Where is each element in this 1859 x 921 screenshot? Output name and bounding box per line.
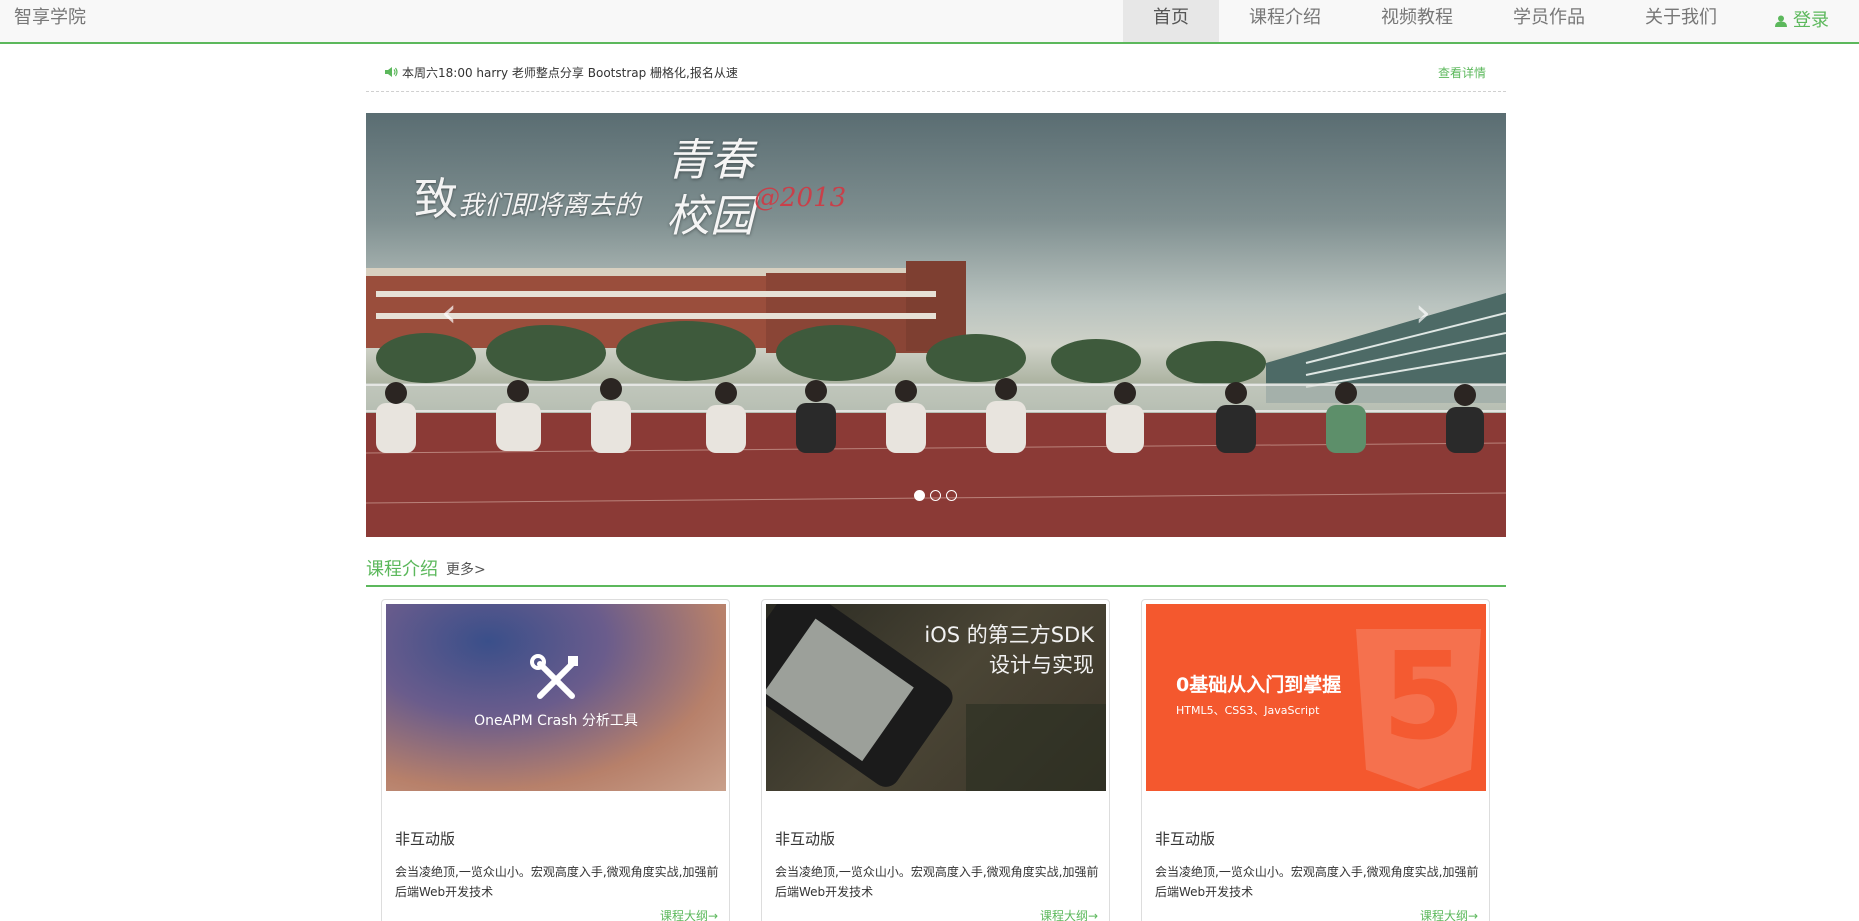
course-desc: 会当凌绝顶,一览众山小。宏观高度入手,微观角度实战,加强前后端Web开发技术 — [395, 865, 719, 899]
nav-item-videos[interactable]: 视频教程 — [1351, 0, 1483, 42]
course-image[interactable]: iOS 的第三方SDK 设计与实现 — [766, 604, 1106, 791]
course-card: 5 0基础从入门到掌握 HTML5、CSS3、JavaScript 非互动版 会… — [1141, 599, 1490, 921]
html5-badge: 5 — [1382, 628, 1466, 767]
course-title: 非互动版 — [1155, 830, 1216, 848]
slide-caption-title-2: 校园 — [666, 191, 754, 242]
nav-item-home[interactable]: 首页 — [1123, 0, 1219, 42]
tools-icon — [530, 654, 578, 699]
section-title: 课程介绍 — [366, 559, 438, 580]
navbar: 智享学院 首页 课程介绍 视频教程 学员作品 关于我们 登录 — [0, 0, 1859, 44]
course-outline-link[interactable]: 课程大纲→ — [1040, 907, 1098, 921]
user-icon — [1775, 15, 1787, 27]
main-nav: 首页 课程介绍 视频教程 学员作品 关于我们 登录 — [1123, 0, 1859, 42]
course-card: iOS 的第三方SDK 设计与实现 非互动版 会当凌绝顶,一览众山小。宏观高度入… — [761, 599, 1110, 921]
course-image-art — [530, 654, 578, 699]
course-image-caption: OneAPM Crash 分析工具 — [474, 713, 638, 729]
course-card: OneAPM Crash 分析工具 非互动版 会当凌绝顶,一览众山小。宏观高度入… — [381, 599, 730, 921]
speaker-icon — [385, 67, 398, 77]
section-more-link[interactable]: 更多> — [446, 559, 486, 579]
carousel-indicator[interactable] — [946, 490, 957, 501]
course-desc: 会当凌绝顶,一览众山小。宏观高度入手,微观角度实战,加强前后端Web开发技术 — [1155, 865, 1479, 899]
notice-bar: 本周六18:00 harry 老师整点分享 Bootstrap 栅格化,报名从速… — [366, 44, 1506, 92]
course-outline-link[interactable]: 课程大纲→ — [1420, 907, 1478, 921]
login-link[interactable]: 登录 — [1747, 0, 1859, 42]
slide-caption-big: 致 — [414, 174, 458, 225]
course-image-caption: iOS 的第三方SDK 设计与实现 — [924, 620, 1094, 680]
notice-details-link[interactable]: 查看详情 — [1438, 64, 1486, 81]
login-label: 登录 — [1793, 10, 1829, 31]
course-title: 非互动版 — [775, 830, 836, 848]
slide-caption-year: @2013 — [754, 183, 847, 213]
hero-carousel[interactable]: 致我们即将离去的 青春 校园 @2013 ‹ › — [366, 113, 1506, 537]
course-image[interactable]: 5 0基础从入门到掌握 HTML5、CSS3、JavaScript — [1146, 604, 1486, 791]
course-image-caption: 0基础从入门到掌握 — [1176, 674, 1342, 696]
courses-section-header: 课程介绍 更多> — [366, 547, 1506, 587]
carousel-next-button[interactable]: › — [1408, 293, 1438, 333]
chevron-left-icon: ‹ — [441, 290, 457, 336]
notice-text: 本周六18:00 harry 老师整点分享 Bootstrap 栅格化,报名从速 — [402, 66, 738, 80]
slide-caption-text: 我们即将离去的 — [458, 191, 641, 221]
nav-item-courses[interactable]: 课程介绍 — [1219, 0, 1351, 42]
carousel-indicators — [914, 490, 957, 501]
brand-logo[interactable]: 智享学院 — [14, 0, 86, 42]
carousel-prev-button[interactable]: ‹ — [434, 293, 464, 333]
course-image[interactable]: OneAPM Crash 分析工具 — [386, 604, 726, 791]
course-image-line-1: iOS 的第三方SDK — [924, 623, 1094, 647]
nav-item-about[interactable]: 关于我们 — [1615, 0, 1747, 42]
chevron-right-icon: › — [1415, 290, 1431, 336]
course-image-line-2: 设计与实现 — [989, 653, 1094, 677]
slide-caption-line: 致我们即将离去的 — [414, 163, 640, 227]
carousel-indicator[interactable] — [930, 490, 941, 501]
course-desc: 会当凌绝顶,一览众山小。宏观高度入手,微观角度实战,加强前后端Web开发技术 — [775, 865, 1099, 899]
carousel-slide: 致我们即将离去的 青春 校园 @2013 — [366, 113, 1506, 537]
course-outline-link[interactable]: 课程大纲→ — [660, 907, 718, 921]
carousel-indicator[interactable] — [914, 490, 925, 501]
course-title: 非互动版 — [395, 830, 456, 848]
slide-caption-title: 青春 校园 — [666, 133, 754, 245]
nav-item-works[interactable]: 学员作品 — [1483, 0, 1615, 42]
course-image-subcaption: HTML5、CSS3、JavaScript — [1176, 704, 1320, 717]
slide-caption-title-1: 青春 — [666, 135, 754, 186]
